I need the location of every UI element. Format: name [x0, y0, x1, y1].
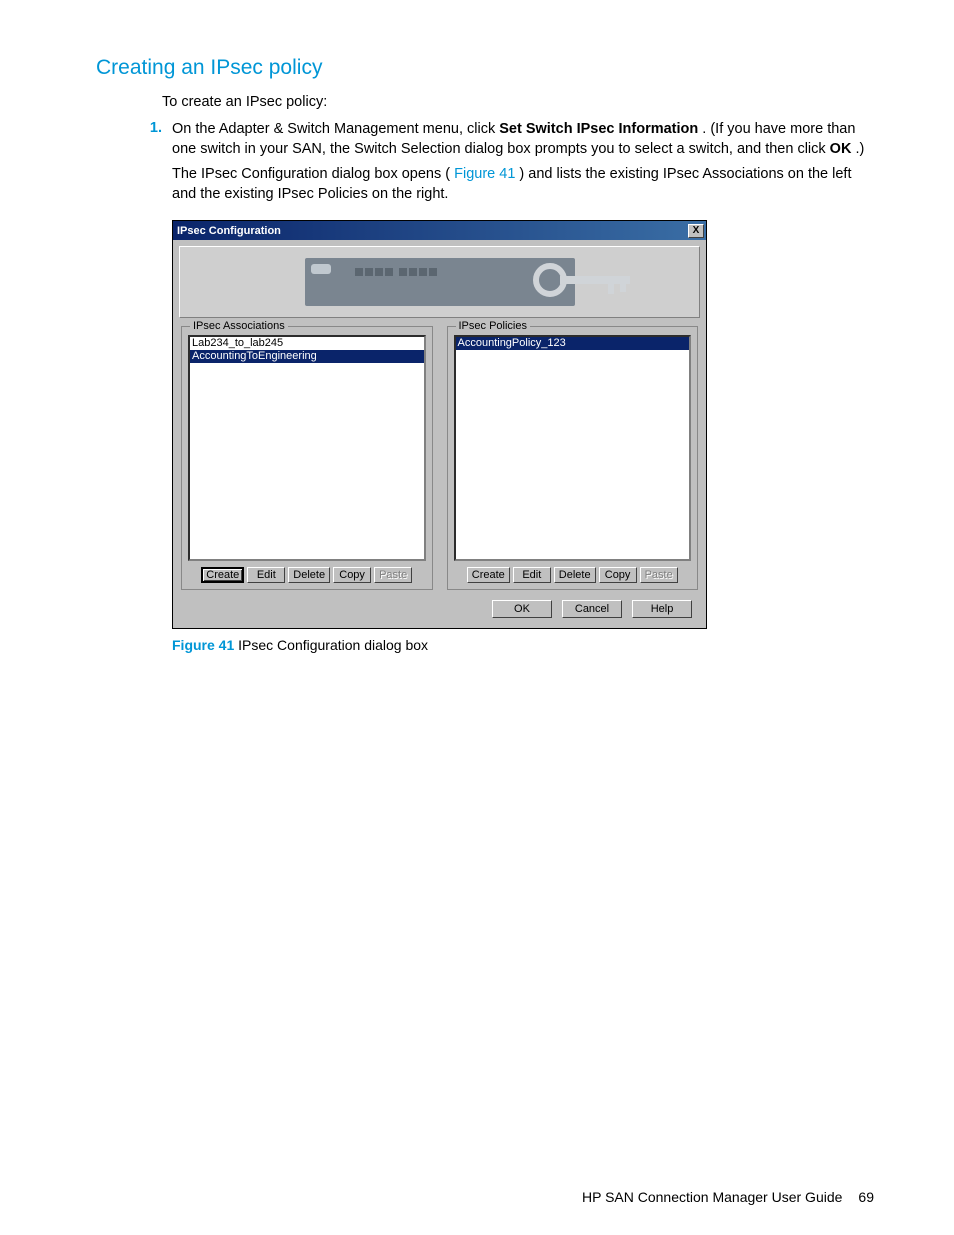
- footer-title: HP SAN Connection Manager User Guide: [582, 1189, 842, 1205]
- bold-text: Set Switch IPsec Information: [499, 121, 698, 137]
- create-button[interactable]: Create: [201, 567, 244, 583]
- dialog-title: IPsec Configuration: [177, 225, 281, 237]
- list-item[interactable]: AccountingToEngineering: [190, 350, 424, 363]
- associations-listbox[interactable]: Lab234_to_lab245 AccountingToEngineering: [188, 335, 426, 561]
- help-button[interactable]: Help: [632, 600, 692, 618]
- step-body: On the Adapter & Switch Management menu,…: [172, 120, 874, 159]
- step-body-continued: The IPsec Configuration dialog box opens…: [172, 165, 874, 204]
- page-footer: HP SAN Connection Manager User Guide 69: [582, 1189, 874, 1205]
- figure-caption: Figure 41 IPsec Configuration dialog box: [172, 637, 874, 653]
- copy-button[interactable]: Copy: [333, 567, 371, 583]
- text: On the Adapter & Switch Management menu,…: [172, 121, 499, 137]
- page-number: 69: [858, 1189, 874, 1205]
- figure: IPsec Configuration X: [172, 220, 874, 629]
- text: .): [855, 141, 864, 157]
- edit-button[interactable]: Edit: [513, 567, 551, 583]
- associations-legend: IPsec Associations: [190, 320, 288, 332]
- cancel-button[interactable]: Cancel: [562, 600, 622, 618]
- list-item[interactable]: Lab234_to_lab245: [190, 337, 424, 350]
- ipsec-config-dialog: IPsec Configuration X: [172, 220, 707, 629]
- switch-graphic: [305, 258, 575, 306]
- delete-button[interactable]: Delete: [554, 567, 596, 583]
- list-item[interactable]: AccountingPolicy_123: [456, 337, 690, 350]
- create-button[interactable]: Create: [467, 567, 510, 583]
- policies-fieldset: IPsec Policies AccountingPolicy_123 Crea…: [447, 326, 699, 590]
- ok-button[interactable]: OK: [492, 600, 552, 618]
- close-icon: X: [693, 225, 700, 236]
- intro-text: To create an IPsec policy:: [162, 94, 874, 110]
- text: The IPsec Configuration dialog box opens…: [172, 166, 450, 182]
- caption-label: Figure 41: [172, 637, 234, 653]
- paste-button[interactable]: Paste: [640, 567, 678, 583]
- step-number: 1.: [144, 120, 162, 159]
- copy-button[interactable]: Copy: [599, 567, 637, 583]
- key-icon: [530, 258, 650, 302]
- close-button[interactable]: X: [688, 224, 704, 238]
- edit-button[interactable]: Edit: [247, 567, 285, 583]
- policies-legend: IPsec Policies: [456, 320, 530, 332]
- banner-image: [179, 246, 700, 318]
- paste-button[interactable]: Paste: [374, 567, 412, 583]
- associations-fieldset: IPsec Associations Lab234_to_lab245 Acco…: [181, 326, 433, 590]
- caption-text: IPsec Configuration dialog box: [238, 637, 428, 653]
- policies-listbox[interactable]: AccountingPolicy_123: [454, 335, 692, 561]
- delete-button[interactable]: Delete: [288, 567, 330, 583]
- bold-text: OK: [830, 141, 852, 157]
- figure-reference-link[interactable]: Figure 41: [454, 166, 515, 182]
- section-heading: Creating an IPsec policy: [96, 56, 874, 80]
- dialog-titlebar: IPsec Configuration X: [173, 221, 706, 240]
